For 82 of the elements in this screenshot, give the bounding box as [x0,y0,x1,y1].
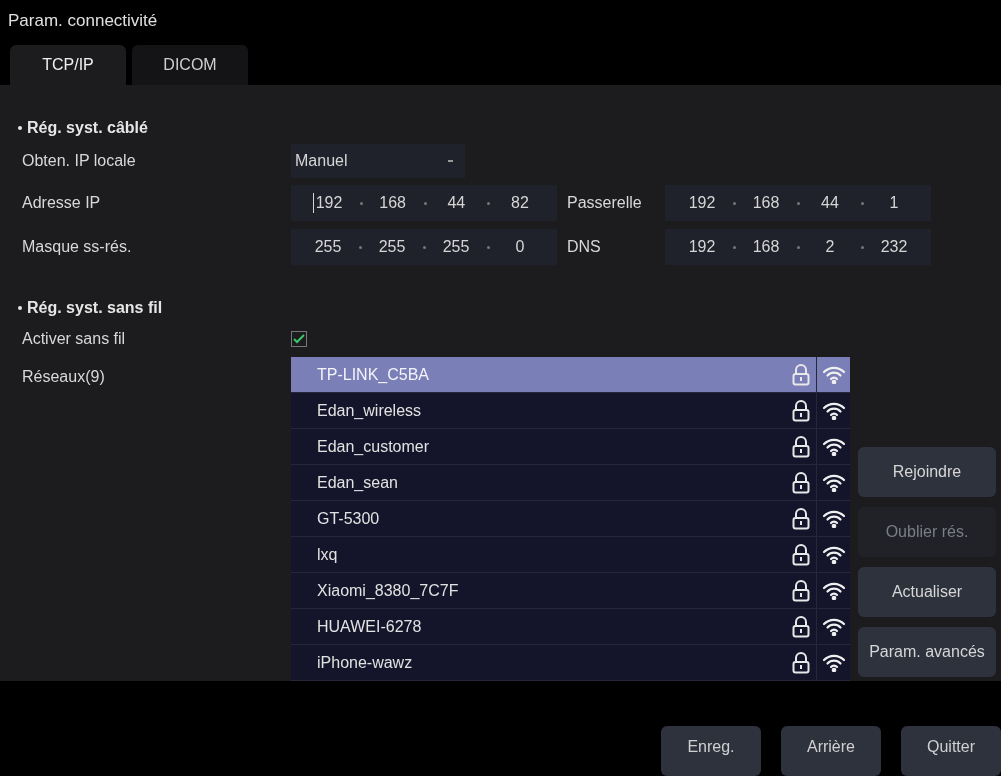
octet-separator-icon [733,245,736,249]
network-list-item[interactable]: TP-LINK_C5BA [291,357,850,393]
ip-octet: 168 [751,193,781,213]
section-heading: Rég. syst. sans fil [27,298,163,318]
octet-separator-icon [861,201,864,205]
wifi-signal-icon [821,617,846,636]
ip-octet: 0 [514,237,526,257]
wifi-signal-icon [821,545,846,564]
footer-button[interactable]: Quitter [901,726,1001,776]
padlock-icon [792,435,810,458]
padlock-icon [792,471,810,494]
octet-separator-icon [797,201,800,205]
ip-octet: 44 [446,193,467,213]
wifi-signal-icon [821,401,846,420]
ip-address-field[interactable]: 255 255 255 0 [291,229,557,265]
ip-octet: 2 [824,237,836,257]
network-list-item[interactable]: iPhone-wawz [291,645,850,681]
field-label: Activer sans fil [22,329,127,349]
field-label: Obten. IP locale [22,151,137,171]
octet-separator-icon [360,201,363,205]
ip-address-field[interactable]: 192 168 44 1 [665,185,931,221]
wifi-signal-icon [821,473,846,492]
field-label: Adresse IP [22,193,102,213]
octet-separator-icon [487,245,490,249]
field-label: Passerelle [566,193,643,213]
ip-octet: 168 [751,237,781,257]
section-heading: Rég. syst. câblé [27,118,148,138]
ip-address-field[interactable]: 192 168 44 82 [291,185,557,221]
wifi-signal-icon [821,437,846,456]
field-label: DNS [566,237,602,257]
padlock-icon [792,615,810,638]
ip-octet: 168 [378,193,407,213]
checkbox[interactable] [291,331,307,347]
network-list-item[interactable]: Edan_customer [291,429,850,465]
ip-octet: 232 [879,237,909,257]
ip-octet: 255 [377,237,407,257]
wifi-signal-icon [821,653,846,672]
padlock-icon [792,543,810,566]
tab[interactable]: TCP/IP [10,45,126,85]
footer-button[interactable]: Arrière [781,726,881,776]
network-list-item[interactable]: Edan_sean [291,465,850,501]
field-label: Réseaux(9) [22,367,106,387]
ip-octet: 192 [314,193,344,213]
octet-separator-icon [423,201,427,205]
bullet-icon [18,126,22,130]
dropdown-caret-icon [448,160,453,162]
network-list-item[interactable]: GT-5300 [291,501,850,537]
wifi-signal-icon [821,581,846,600]
octet-separator-icon [423,245,426,249]
octet-separator-icon [733,201,736,205]
octet-separator-icon [797,245,800,249]
octet-separator-icon [359,245,362,249]
ip-octet: 192 [687,193,717,213]
ip-octet: 192 [687,237,717,257]
action-button[interactable]: Param. avancés [858,627,996,677]
dropdown[interactable]: Manuel [291,144,465,178]
ip-octet: 255 [441,237,471,257]
ip-octet: 82 [510,193,530,213]
wifi-signal-icon [821,509,846,528]
padlock-icon [792,363,810,386]
ip-address-field[interactable]: 192 168 2 232 [665,229,931,265]
network-list-item[interactable]: Xiaomi_8380_7C7F [291,573,850,609]
bullet-icon [18,306,22,310]
octet-separator-icon [487,201,491,205]
padlock-icon [792,399,810,422]
ip-octet: 44 [820,193,840,213]
padlock-icon [792,651,810,674]
network-list-item[interactable]: HUAWEI-6278 [291,609,850,645]
padlock-icon [792,579,810,602]
network-list-item[interactable]: lxq [291,537,850,573]
action-button[interactable]: Rejoindre [858,447,996,497]
footer-button[interactable]: Enreg. [661,726,761,776]
padlock-icon [792,507,810,530]
field-label: Masque ss-rés. [22,237,133,257]
ip-octet: 255 [313,237,343,257]
action-button[interactable]: Actualiser [858,567,996,617]
network-list-item[interactable]: Edan_wireless [291,393,850,429]
wifi-signal-icon [821,365,846,384]
octet-separator-icon [861,245,864,249]
window-title: Param. connectivité [7,10,159,32]
tab[interactable]: DICOM [132,45,248,85]
ip-octet: 1 [888,193,900,213]
